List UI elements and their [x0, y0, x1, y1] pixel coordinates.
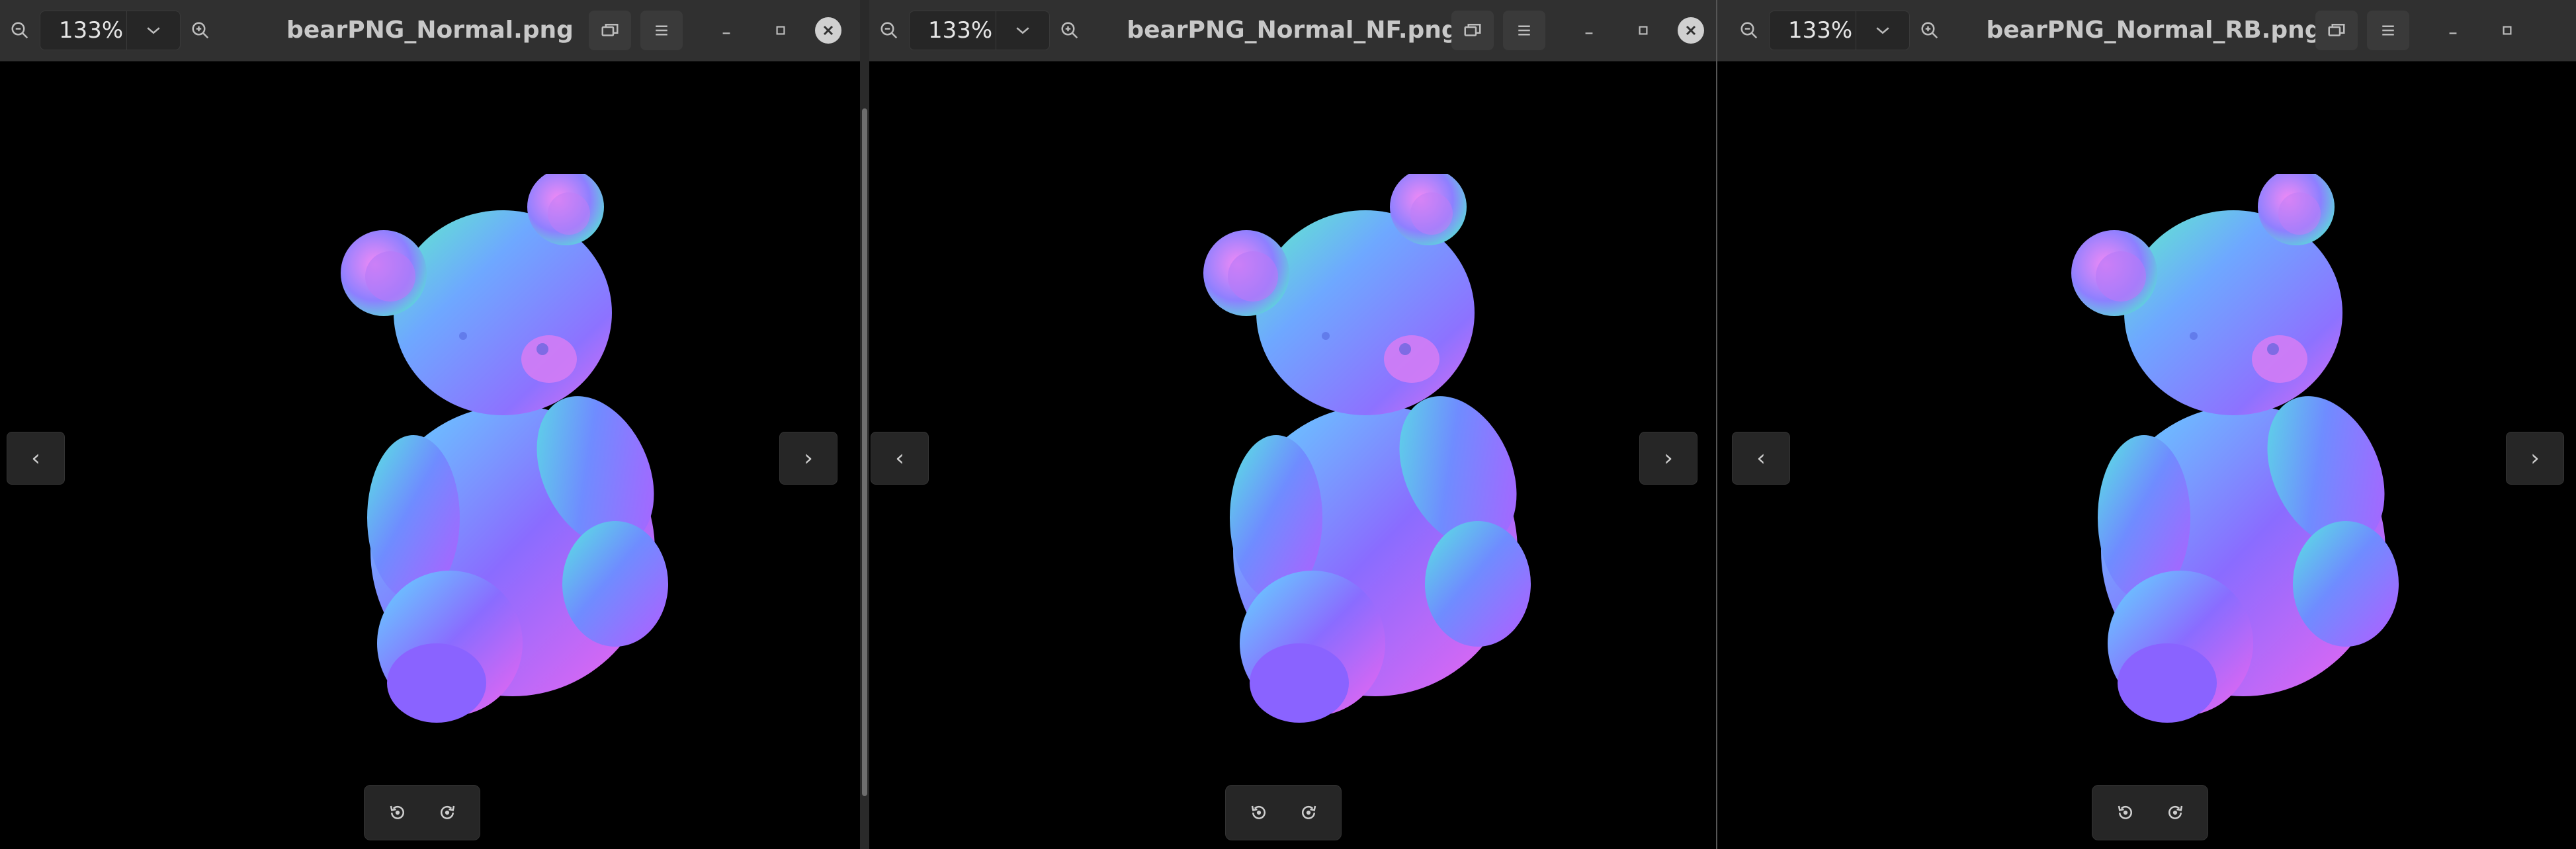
previous-image-button[interactable]: ‹ — [871, 432, 929, 485]
zoom-level-value: 133% — [928, 17, 993, 44]
rotate-right-button[interactable] — [427, 793, 467, 832]
hamburger-menu-icon — [1518, 25, 1530, 36]
image-canvas[interactable]: ‹ › — [869, 61, 1716, 849]
zoom-controls: 133% — [0, 11, 220, 50]
scrollbar-thumb[interactable] — [862, 108, 867, 796]
window-title: bearPNG_Normal_NF.png — [1127, 17, 1459, 44]
chevron-down-icon[interactable] — [996, 11, 1049, 50]
zoom-in-icon[interactable] — [181, 11, 220, 50]
rotate-right-icon — [2168, 805, 2182, 819]
zoom-level-value: 133% — [1788, 17, 1853, 44]
image-viewer-window: 133% bearPNG_Normal_NF.png ‹ › — [869, 0, 1716, 849]
window-actions — [1451, 11, 1704, 50]
minimize-icon — [1585, 32, 1593, 34]
close-button[interactable] — [815, 17, 841, 44]
gallery-icon — [601, 24, 619, 36]
rotate-left-icon — [1251, 805, 1266, 819]
main-menu-button[interactable] — [640, 11, 683, 50]
zoom-controls: 133% — [1729, 11, 1950, 50]
minimize-button[interactable] — [2433, 11, 2473, 50]
maximize-icon — [776, 26, 785, 35]
gallery-button[interactable] — [1451, 11, 1494, 50]
maximize-button[interactable] — [2487, 11, 2527, 50]
teddy-bear-image — [1203, 174, 1540, 723]
rotate-toolbar — [1225, 785, 1342, 840]
zoom-in-icon[interactable] — [1910, 11, 1950, 50]
gallery-button[interactable] — [589, 11, 631, 50]
zoom-in-icon[interactable] — [1050, 11, 1090, 50]
image-canvas[interactable]: ‹ › — [1717, 61, 2576, 849]
gallery-button[interactable] — [2315, 11, 2358, 50]
rotate-left-button[interactable] — [1239, 793, 1279, 832]
gallery-icon — [1464, 24, 1481, 36]
rotate-right-button[interactable] — [1289, 793, 1328, 832]
rotate-left-button[interactable] — [2106, 793, 2145, 832]
zoom-out-icon[interactable] — [1729, 11, 1769, 50]
chevron-down-icon[interactable] — [1856, 11, 1909, 50]
gallery-icon — [2328, 24, 2345, 36]
zoom-controls: 133% — [869, 11, 1090, 50]
teddy-bear-image — [341, 174, 677, 723]
next-image-button[interactable]: › — [2506, 432, 2564, 485]
next-image-button[interactable]: › — [779, 432, 837, 485]
rotate-toolbar — [2092, 785, 2208, 840]
close-button[interactable] — [1678, 17, 1704, 44]
vertical-scrollbar[interactable] — [860, 0, 869, 849]
hamburger-menu-icon — [656, 25, 667, 36]
header-bar: 133% bearPNG_Normal_NF.png — [869, 0, 1716, 61]
maximize-icon — [2503, 26, 2512, 35]
minimize-icon — [2449, 32, 2457, 34]
zoom-out-icon[interactable] — [869, 11, 909, 50]
rotate-right-icon — [1301, 805, 1316, 819]
zoom-level-value: 133% — [59, 17, 124, 44]
main-menu-button[interactable] — [1503, 11, 1545, 50]
close-icon — [823, 25, 834, 36]
previous-image-button[interactable]: ‹ — [1732, 432, 1790, 485]
previous-image-button[interactable]: ‹ — [7, 432, 65, 485]
next-image-button[interactable]: › — [1639, 432, 1697, 485]
minimize-button[interactable] — [1569, 11, 1609, 50]
zoom-level-field[interactable]: 133% — [1769, 11, 1910, 50]
main-menu-button[interactable] — [2367, 11, 2409, 50]
hamburger-menu-icon — [2382, 25, 2394, 36]
header-bar: 133% bearPNG_Normal_RB.png — [1717, 0, 2576, 61]
rotate-left-button[interactable] — [378, 793, 417, 832]
image-canvas[interactable]: ‹ › — [0, 61, 860, 849]
zoom-level-field[interactable]: 133% — [909, 11, 1050, 50]
window-actions — [589, 11, 841, 50]
header-bar: 133% bearPNG_Normal.png — [0, 0, 860, 61]
window-actions — [2315, 11, 2527, 50]
teddy-bear-image — [2071, 174, 2408, 723]
zoom-level-field[interactable]: 133% — [40, 11, 181, 50]
maximize-button[interactable] — [1623, 11, 1663, 50]
window-title: bearPNG_Normal.png — [286, 17, 574, 44]
close-icon — [1686, 25, 1696, 36]
rotate-toolbar — [364, 785, 480, 840]
rotate-right-icon — [440, 805, 454, 819]
rotate-left-icon — [390, 805, 404, 819]
window-title: bearPNG_Normal_RB.png — [1986, 17, 2322, 44]
maximize-button[interactable] — [761, 11, 800, 50]
rotate-right-button[interactable] — [2155, 793, 2195, 832]
minimize-icon — [722, 32, 730, 34]
rotate-left-icon — [2118, 805, 2132, 819]
zoom-out-icon[interactable] — [0, 11, 40, 50]
chevron-down-icon[interactable] — [126, 11, 180, 50]
image-viewer-window: 133% bearPNG_Normal_RB.png ‹ › — [1717, 0, 2576, 849]
minimize-button[interactable] — [707, 11, 746, 50]
maximize-icon — [1639, 26, 1648, 35]
image-viewer-window: 133% bearPNG_Normal.png ‹ › — [0, 0, 860, 849]
